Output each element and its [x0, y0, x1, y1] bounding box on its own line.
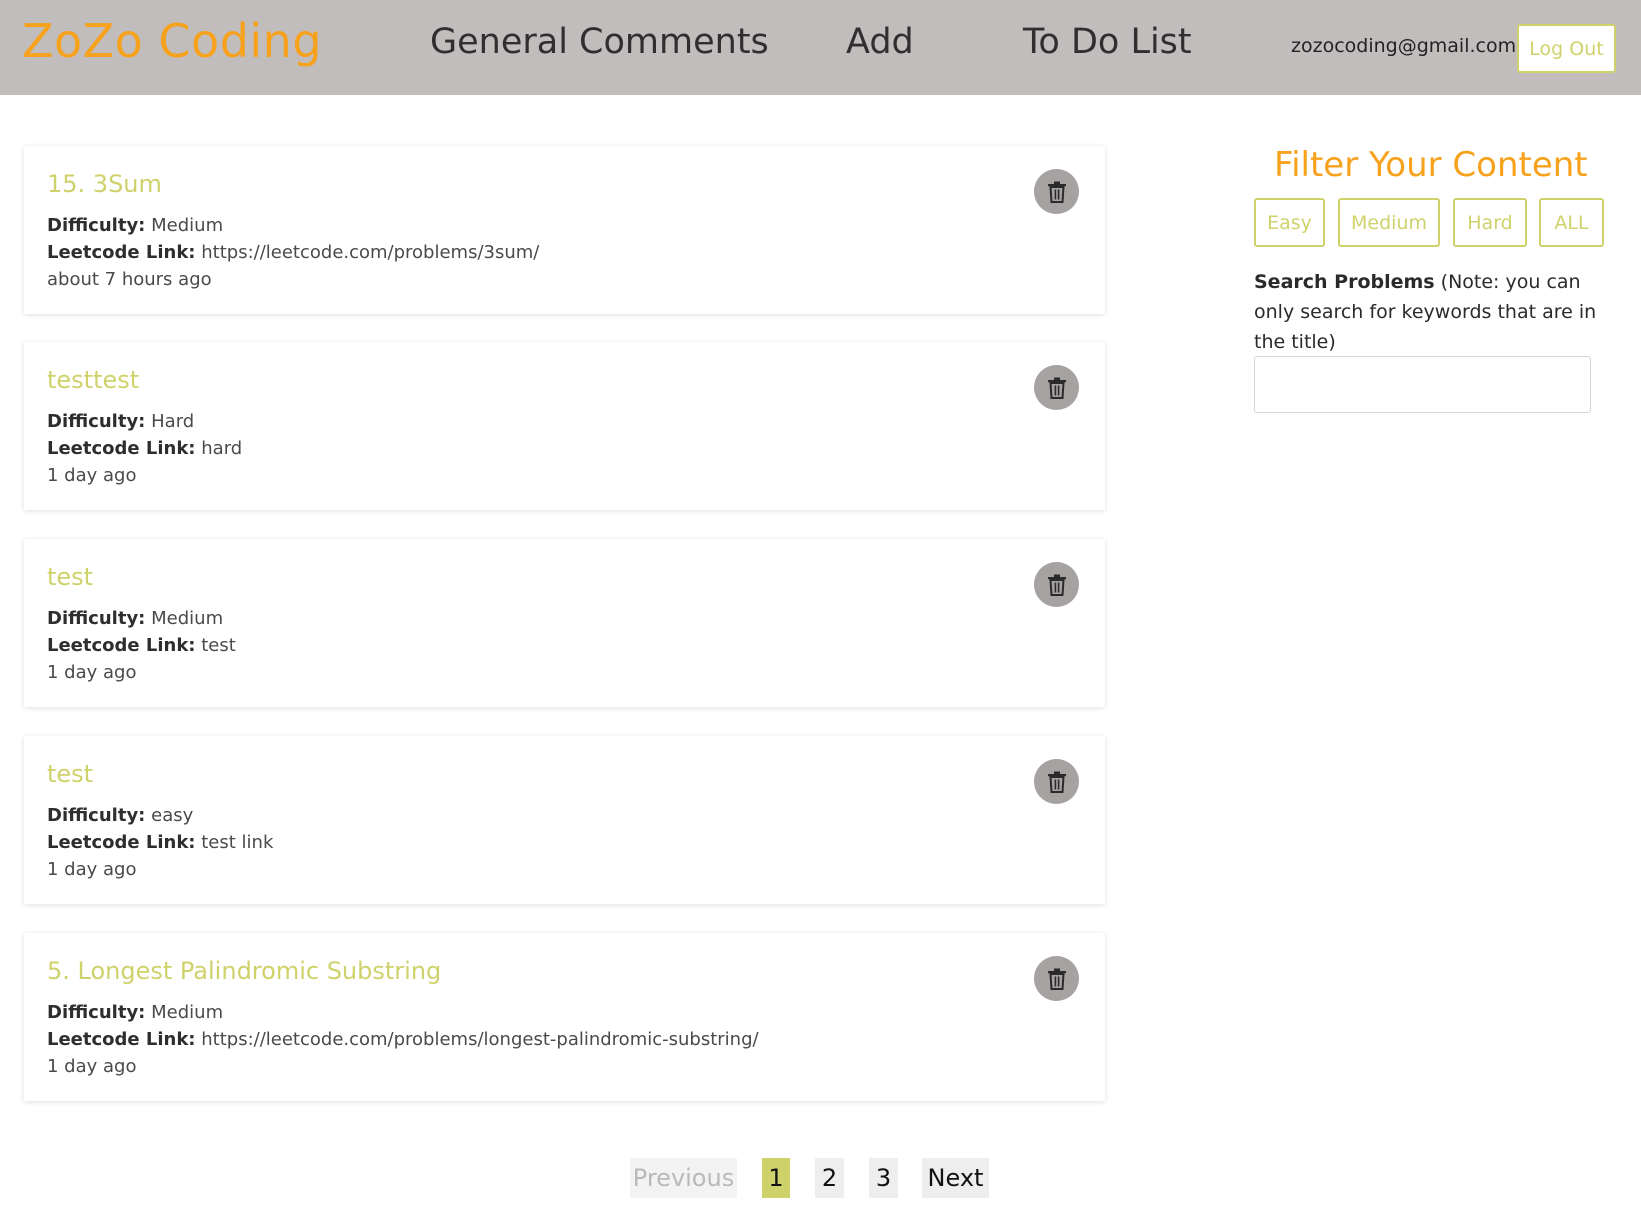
- leetcode-link-row: Leetcode Link: https://leetcode.com/prob…: [47, 242, 539, 263]
- difficulty-row: Difficulty: easy: [47, 805, 193, 826]
- pagination-next[interactable]: Next: [922, 1158, 989, 1198]
- filter-medium-button[interactable]: Medium: [1338, 198, 1440, 247]
- problem-card: 15. 3Sum Difficulty: Medium Leetcode Lin…: [24, 146, 1105, 314]
- trash-icon: [1047, 771, 1066, 793]
- difficulty-value: Hard: [151, 411, 195, 432]
- difficulty-value: easy: [151, 805, 194, 826]
- leetcode-link-label: Leetcode Link:: [47, 832, 196, 853]
- pagination-page-1[interactable]: 1: [762, 1158, 790, 1198]
- delete-button[interactable]: [1034, 365, 1079, 410]
- filter-all-button[interactable]: ALL: [1539, 198, 1604, 247]
- search-label: Search Problems (Note: you can only sear…: [1254, 267, 1614, 357]
- nav-general-comments[interactable]: General Comments: [430, 22, 769, 62]
- leetcode-link-value[interactable]: hard: [201, 438, 242, 459]
- leetcode-link-value[interactable]: https://leetcode.com/problems/longest-pa…: [201, 1029, 758, 1050]
- difficulty-value: Medium: [151, 1002, 224, 1023]
- timestamp: about 7 hours ago: [47, 269, 212, 290]
- leetcode-link-row: Leetcode Link: test: [47, 635, 236, 656]
- user-email: zozocoding@gmail.com: [1291, 35, 1517, 57]
- problem-card: 5. Longest Palindromic Substring Difficu…: [24, 933, 1105, 1101]
- search-input[interactable]: [1254, 356, 1591, 413]
- leetcode-link-value[interactable]: https://leetcode.com/problems/3sum/: [201, 242, 539, 263]
- filter-heading: Filter Your Content: [1274, 145, 1588, 185]
- leetcode-link-value[interactable]: test link: [201, 832, 273, 853]
- trash-icon: [1047, 574, 1066, 596]
- trash-icon: [1047, 968, 1066, 990]
- trash-icon: [1047, 181, 1066, 203]
- problem-title[interactable]: test: [47, 563, 93, 591]
- brand-logo[interactable]: ZoZo Coding: [22, 14, 322, 68]
- leetcode-link-label: Leetcode Link:: [47, 635, 196, 656]
- difficulty-row: Difficulty: Medium: [47, 608, 223, 629]
- pagination-previous[interactable]: Previous: [630, 1158, 737, 1198]
- leetcode-link-row: Leetcode Link: test link: [47, 832, 273, 853]
- nav-add[interactable]: Add: [846, 22, 914, 62]
- problem-title[interactable]: test: [47, 760, 93, 788]
- timestamp: 1 day ago: [47, 465, 137, 486]
- leetcode-link-label: Leetcode Link:: [47, 242, 196, 263]
- leetcode-link-label: Leetcode Link:: [47, 1029, 196, 1050]
- delete-button[interactable]: [1034, 169, 1079, 214]
- logout-button[interactable]: Log Out: [1517, 24, 1616, 73]
- trash-icon: [1047, 377, 1066, 399]
- difficulty-label: Difficulty:: [47, 411, 146, 432]
- difficulty-label: Difficulty:: [47, 1002, 146, 1023]
- pagination-page-3[interactable]: 3: [869, 1158, 898, 1198]
- difficulty-label: Difficulty:: [47, 805, 146, 826]
- leetcode-link-value[interactable]: test: [201, 635, 236, 656]
- leetcode-link-row: Leetcode Link: hard: [47, 438, 242, 459]
- difficulty-label: Difficulty:: [47, 215, 146, 236]
- filter-hard-button[interactable]: Hard: [1453, 198, 1527, 247]
- nav-todo-list[interactable]: To Do List: [1023, 22, 1192, 62]
- problem-card: test Difficulty: easy Leetcode Link: tes…: [24, 736, 1105, 904]
- timestamp: 1 day ago: [47, 1056, 137, 1077]
- difficulty-value: Medium: [151, 608, 224, 629]
- problem-card: test Difficulty: Medium Leetcode Link: t…: [24, 539, 1105, 707]
- delete-button[interactable]: [1034, 562, 1079, 607]
- problem-title[interactable]: testtest: [47, 366, 139, 394]
- pagination-page-2[interactable]: 2: [815, 1158, 844, 1198]
- difficulty-value: Medium: [151, 215, 224, 236]
- top-navbar: ZoZo Coding General Comments Add To Do L…: [0, 0, 1641, 95]
- problem-card: testtest Difficulty: Hard Leetcode Link:…: [24, 342, 1105, 510]
- delete-button[interactable]: [1034, 956, 1079, 1001]
- difficulty-row: Difficulty: Medium: [47, 1002, 223, 1023]
- leetcode-link-row: Leetcode Link: https://leetcode.com/prob…: [47, 1029, 759, 1050]
- timestamp: 1 day ago: [47, 859, 137, 880]
- problem-title[interactable]: 5. Longest Palindromic Substring: [47, 957, 441, 985]
- leetcode-link-label: Leetcode Link:: [47, 438, 196, 459]
- timestamp: 1 day ago: [47, 662, 137, 683]
- filter-easy-button[interactable]: Easy: [1254, 198, 1325, 247]
- difficulty-label: Difficulty:: [47, 608, 146, 629]
- problem-title[interactable]: 15. 3Sum: [47, 170, 162, 198]
- difficulty-row: Difficulty: Hard: [47, 411, 194, 432]
- delete-button[interactable]: [1034, 759, 1079, 804]
- difficulty-row: Difficulty: Medium: [47, 215, 223, 236]
- search-label-title: Search Problems: [1254, 271, 1435, 293]
